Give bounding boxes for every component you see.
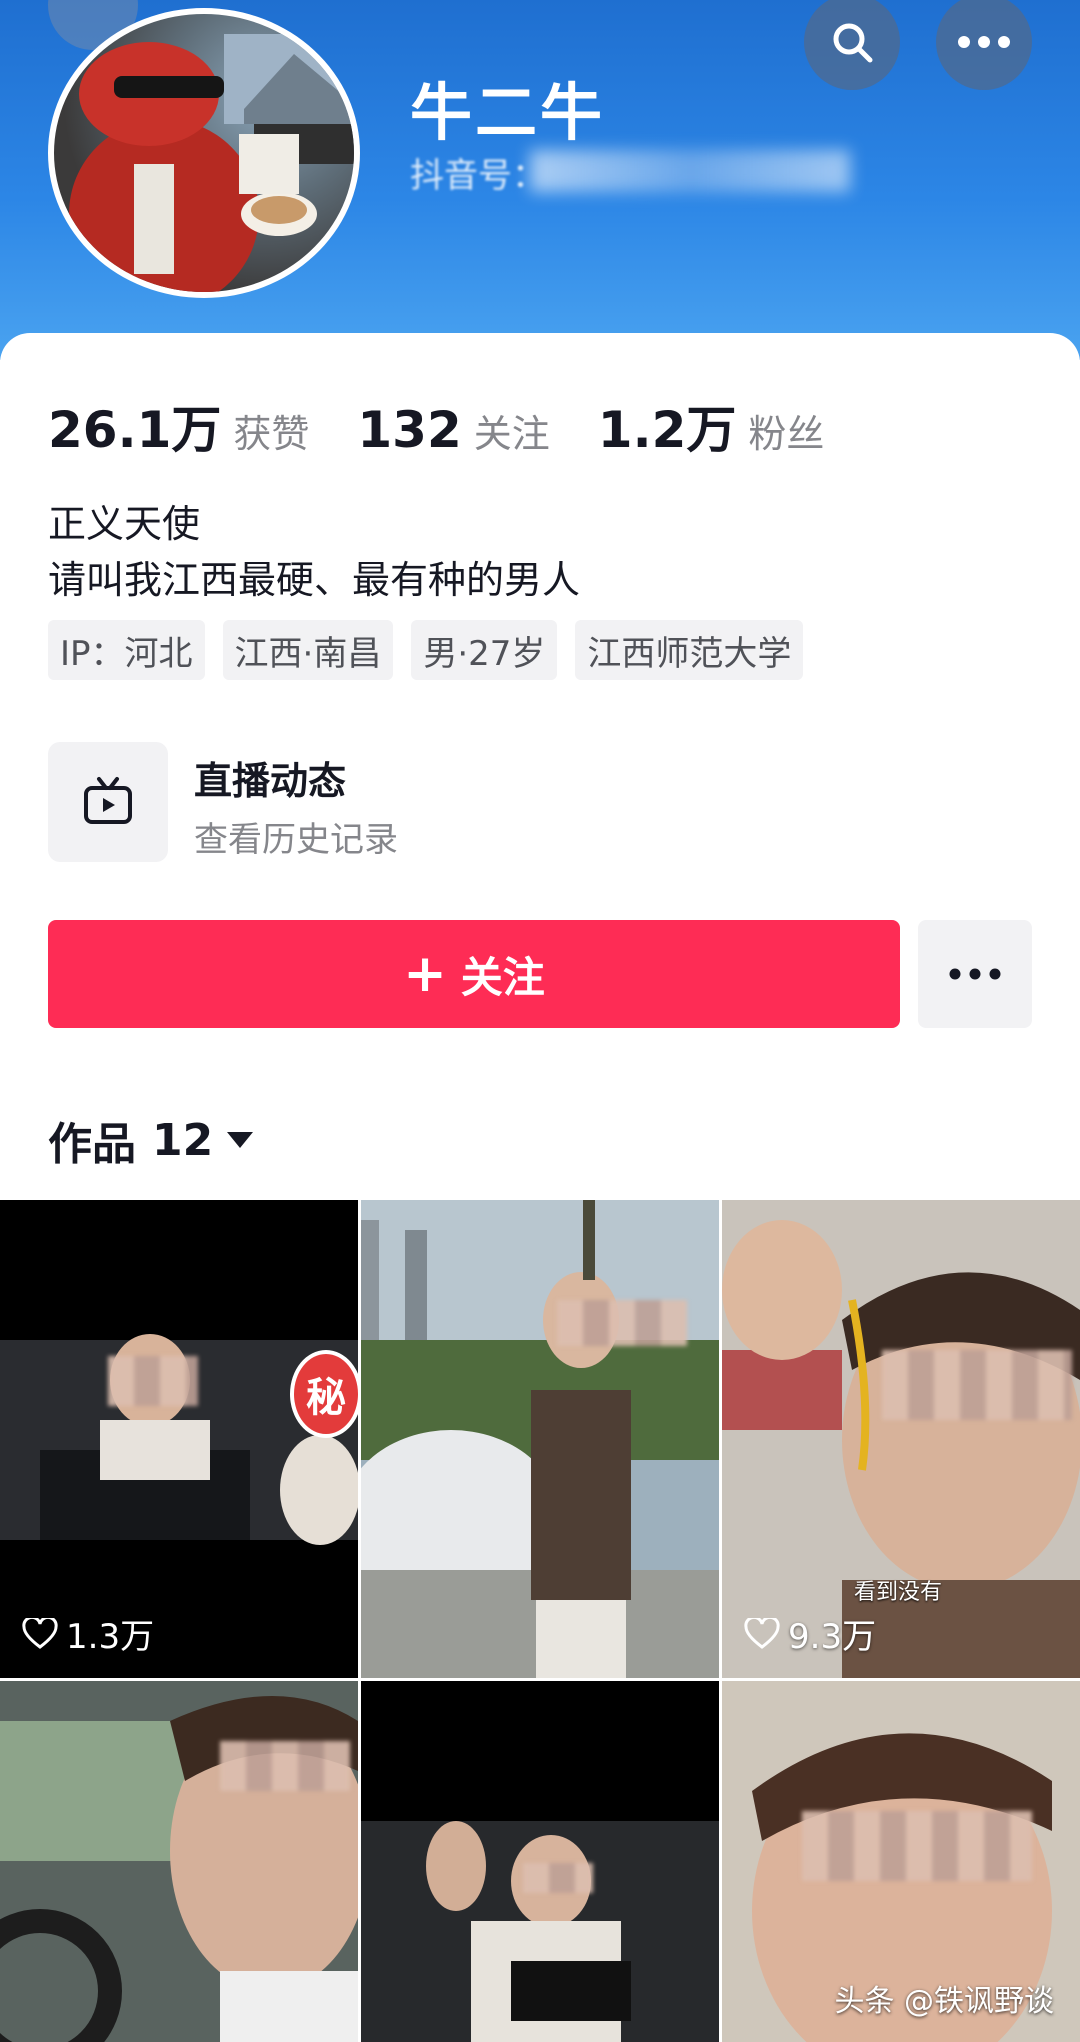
stat-followers[interactable]: 1.2万 粉丝 (598, 390, 825, 462)
video-thumbnail[interactable]: 秘 1.3万 (0, 1200, 358, 1678)
watermark: 头条 @铁讽野谈 (834, 1984, 1054, 2019)
video-frame-driving (0, 1681, 358, 2042)
follow-label: 关注 (460, 952, 545, 1002)
tag-location: 江西·南昌 (222, 620, 394, 680)
stat-followers-value: 1.2万 (597, 401, 737, 459)
heart-icon (22, 1617, 58, 1649)
video-frame-selfie (722, 1200, 1080, 1678)
stat-following-value: 132 (357, 401, 462, 459)
face-mosaic (108, 1356, 198, 1406)
video-frame-car-interior (0, 1334, 358, 1545)
stat-likes-label: 获赞 (233, 412, 310, 456)
stat-likes-value: 26.1万 (48, 401, 222, 459)
works-label: 作品 (48, 1119, 136, 1170)
face-mosaic (557, 1300, 687, 1346)
follow-button[interactable]: + 关注 (48, 920, 900, 1028)
video-thumbnail[interactable] (0, 1681, 358, 2042)
video-likes-count: 1.3万 (66, 1617, 155, 1657)
profile-stats: 26.1万 获赞 132 关注 1.2万 粉丝 (48, 390, 872, 462)
works-tab[interactable]: 作品 12 (48, 1108, 255, 1172)
video-frame-car-seat (361, 1821, 719, 2042)
bio-line: 正义天使 (48, 502, 201, 546)
stat-following-label: 关注 (473, 412, 550, 456)
face-mosaic (523, 1863, 593, 1893)
video-likes-count: 9.3万 (788, 1617, 877, 1657)
video-likes: 9.3万 (744, 1609, 876, 1658)
live-subtitle[interactable]: 查看历史记录 (194, 812, 398, 861)
face-mosaic (802, 1811, 1032, 1881)
video-caption: 看到没有 (854, 1580, 943, 1605)
profile-name: 牛二牛 (410, 76, 606, 149)
video-thumbnail[interactable] (361, 1681, 719, 2042)
face-mosaic (882, 1350, 1072, 1420)
plus-icon: + (403, 944, 447, 1004)
stat-likes[interactable]: 26.1万 获赞 (48, 390, 309, 462)
profile-bio: 正义天使 请叫我江西最硬、最有种的男人 (48, 496, 580, 608)
tag-ip: IP：河北 (48, 620, 205, 680)
dinosaur-avatar-image (69, 34, 354, 292)
more-dots-icon (958, 36, 1010, 48)
profile-tags: IP：河北 江西·南昌 男·27岁 江西师范大学 (48, 620, 821, 680)
avatar[interactable] (48, 8, 360, 298)
bio-line: 请叫我江西最硬、最有种的男人 (48, 558, 581, 602)
heart-icon (744, 1617, 780, 1649)
more-dots-icon (949, 968, 1001, 980)
video-thumbnail[interactable] (361, 1200, 719, 1678)
douyin-id-blurred-value (530, 150, 850, 192)
secret-badge: 秘 (290, 1350, 358, 1438)
caret-down-icon (227, 1132, 254, 1148)
video-likes: 1.3万 (22, 1609, 154, 1658)
works-count: 12 (152, 1114, 214, 1166)
video-thumbnail[interactable]: 看到没有 9.3万 (722, 1200, 1080, 1678)
face-mosaic (220, 1741, 350, 1791)
profile-more-button[interactable] (918, 920, 1032, 1028)
search-icon (833, 23, 873, 63)
video-thumbnail[interactable]: 头条 @铁讽野谈 (722, 1681, 1080, 2042)
stat-followers-label: 粉丝 (748, 412, 825, 456)
tag-school[interactable]: 江西师范大学 (575, 620, 804, 680)
live-title[interactable]: 直播动态 (194, 750, 346, 805)
video-frame-outdoor (361, 1200, 719, 1678)
live-history-button[interactable] (48, 742, 168, 862)
tag-gender-age: 男·27岁 (411, 620, 558, 680)
stat-following[interactable]: 132 关注 (357, 401, 549, 459)
tv-icon (84, 777, 132, 824)
douyin-id[interactable]: 抖音号： (410, 148, 546, 197)
